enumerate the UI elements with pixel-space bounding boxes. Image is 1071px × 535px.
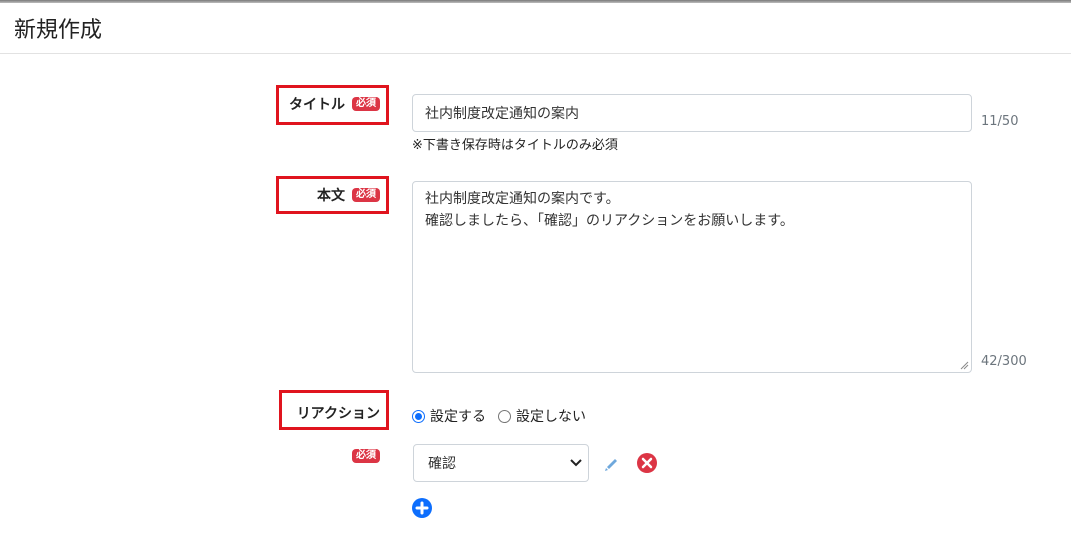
reaction-select[interactable]: 確認 — [413, 444, 589, 482]
body-char-counter: 42/300 — [981, 354, 1027, 369]
add-circle-icon[interactable] — [411, 497, 433, 519]
body-line: 確認しましたら、「確認」のリアクションをお願いします。 — [425, 213, 794, 229]
title-input[interactable]: 社内制度改定通知の案内 — [412, 94, 972, 132]
reaction-radio-group: 設定する 設定しない — [412, 406, 598, 426]
reaction-select-value: 確認 — [428, 456, 456, 472]
reaction-label-text: リアクション — [296, 406, 380, 422]
body-textarea[interactable]: 社内制度改定通知の案内です。 確認しましたら、「確認」のリアクションをお願いしま… — [412, 181, 972, 373]
required-badge: 必須 — [352, 97, 380, 111]
radio-label-disable: 設定しない — [516, 409, 586, 425]
remove-circle-icon[interactable] — [636, 452, 658, 474]
header-divider — [0, 53, 1071, 54]
reaction-required-badge: 必須 — [352, 449, 380, 463]
pencil-icon[interactable] — [604, 456, 620, 472]
top-border — [0, 0, 1071, 3]
body-line: 社内制度改定通知の案内です。 — [425, 191, 620, 207]
radio-button-disable[interactable] — [498, 409, 511, 423]
title-label: タイトル 必須 — [280, 93, 380, 115]
chevron-down-icon — [570, 459, 582, 467]
resize-handle-icon[interactable] — [960, 361, 969, 370]
radio-button-enable[interactable] — [412, 409, 425, 423]
body-label: 本文 必須 — [280, 184, 380, 206]
title-input-value: 社内制度改定通知の案内 — [425, 106, 579, 122]
reaction-label: リアクション — [280, 402, 380, 424]
page-title: 新規作成 — [14, 18, 103, 43]
radio-option-disable[interactable]: 設定しない — [498, 406, 586, 426]
radio-option-enable[interactable]: 設定する — [412, 406, 486, 426]
body-label-text: 本文 — [317, 188, 345, 204]
required-badge: 必須 — [352, 188, 380, 202]
title-label-text: タイトル — [289, 97, 345, 113]
radio-label-enable: 設定する — [430, 409, 486, 425]
title-hint: ※下書き保存時はタイトルのみ必須 — [412, 138, 618, 153]
title-char-counter: 11/50 — [981, 114, 1019, 129]
